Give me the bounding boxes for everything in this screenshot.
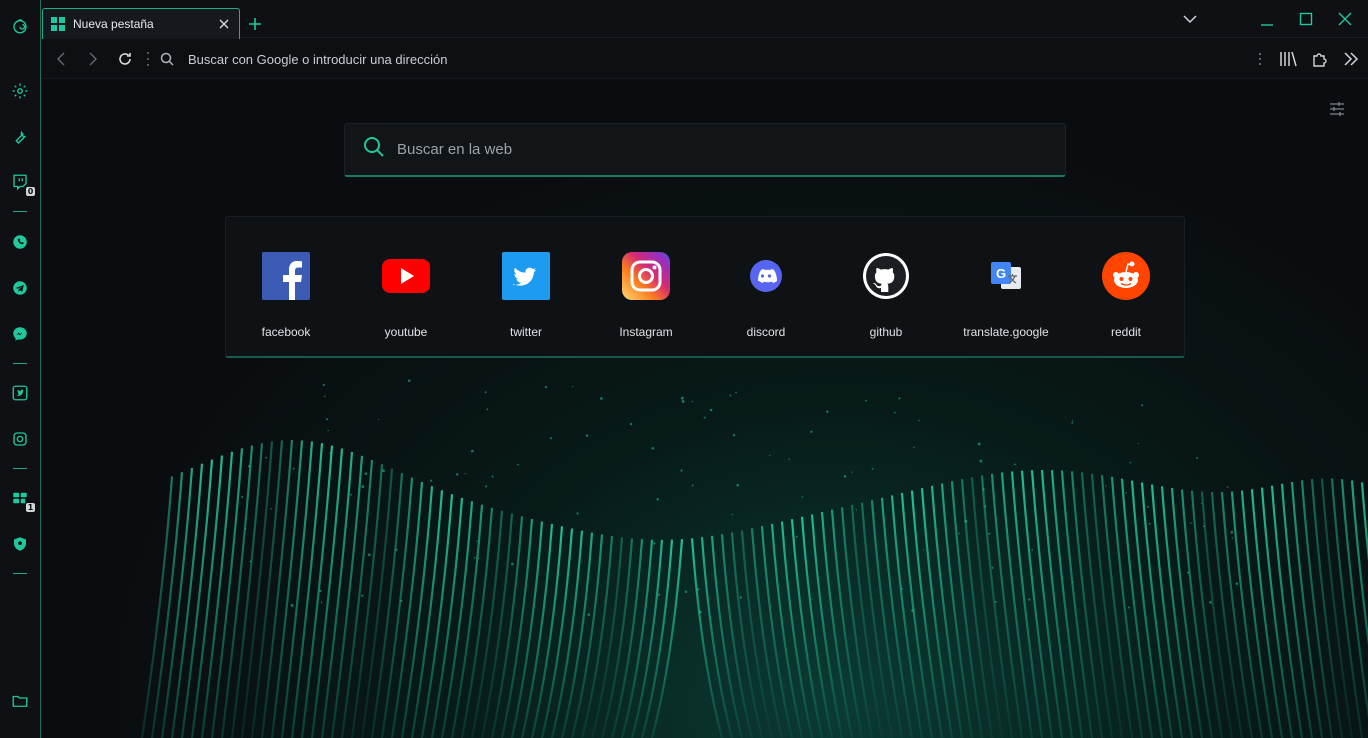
telegram-icon[interactable] [8,276,32,300]
sidebar: 0 1 [0,0,41,738]
vpn-shield-icon[interactable] [8,532,32,556]
tab-title: Nueva pestaña [73,17,154,31]
messenger-icon[interactable] [8,322,32,346]
toolbar-separator [1259,53,1261,65]
wrench-icon[interactable] [8,125,32,149]
shortcut-label: youtube [384,325,428,339]
sidebar-divider [13,211,27,212]
reload-icon[interactable] [115,49,135,69]
address-bar[interactable]: Buscar con Google o introducir una direc… [160,47,1240,71]
address-bar-placeholder: Buscar con Google o introducir una direc… [188,51,448,67]
tab-nueva-pestana[interactable]: Nueva pestaña [42,8,240,39]
twitter-logo-icon [502,252,550,300]
navigation-bar: Buscar con Google o introducir una direc… [42,39,1368,79]
maximize-icon[interactable] [1295,9,1317,29]
library-icon[interactable] [1278,49,1298,69]
url-bar-handle-icon [146,52,150,66]
wave-background-image [140,379,1368,738]
tab-close-icon[interactable] [217,17,231,31]
shortcut-label: translate.google [963,325,1049,339]
instagram-icon[interactable] [8,427,32,451]
youtube-logo-icon [382,252,430,300]
folder-icon[interactable] [8,689,32,713]
new-tab-plus-icon[interactable] [245,14,265,34]
tab-grid-icon [51,17,65,31]
shortcut-label: facebook [261,325,311,339]
extensions-puzzle-icon[interactable] [1310,49,1330,69]
shortcut-youtube[interactable]: youtube [346,217,466,357]
google-translate-logo-icon: G [982,252,1030,300]
back-arrow-icon[interactable] [51,49,71,69]
sidebar-divider [13,363,27,364]
facebook-logo-icon [262,252,310,300]
address-search-icon [160,52,174,66]
shortcut-label: twitter [509,325,542,339]
workspaces-icon[interactable]: 1 [8,486,35,512]
reddit-logo-icon [1102,252,1150,300]
settings-gear-icon[interactable] [8,79,32,103]
sidebar-divider [13,468,27,469]
forward-arrow-icon[interactable] [83,49,103,69]
shortcut-label: github [869,325,903,339]
twitch-badge: 0 [26,187,35,196]
tab-bar: Nueva pestaña [42,0,1368,39]
whatsapp-icon[interactable] [8,230,32,254]
close-window-icon[interactable] [1334,9,1356,29]
shortcut-instagram[interactable]: Instagram [586,217,706,357]
minimize-icon[interactable] [1256,9,1278,29]
discord-logo-icon [742,252,790,300]
instagram-logo-icon [622,252,670,300]
github-logo-icon [862,252,910,300]
shortcut-label: Instagram [619,325,673,339]
top-sites-panel: facebook youtube twitter Instagram disco… [225,216,1185,358]
tab-list-chevron-down-icon[interactable] [1179,9,1201,29]
shortcut-translate-google[interactable]: G translate.google [946,217,1066,357]
shortcut-twitter[interactable]: twitter [466,217,586,357]
search-placeholder: Buscar en la web [397,141,513,158]
browser-logo-icon[interactable] [8,14,32,38]
shortcut-discord[interactable]: discord [706,217,826,357]
shortcut-reddit[interactable]: reddit [1066,217,1186,357]
twitter-icon[interactable] [8,381,32,405]
new-tab-page: Buscar en la web facebook youtube twitte… [42,80,1368,738]
shortcut-label: discord [746,325,786,339]
web-search-input[interactable]: Buscar en la web [344,123,1066,177]
shortcut-label: reddit [1110,325,1142,339]
svg-text:G: G [996,266,1006,281]
customize-sliders-icon[interactable] [1328,100,1346,118]
search-icon [363,136,385,163]
workspaces-badge: 1 [26,503,35,512]
overflow-chevrons-icon[interactable] [1341,49,1361,69]
shortcut-github[interactable]: github [826,217,946,357]
shortcut-facebook[interactable]: facebook [226,217,346,357]
sidebar-divider [13,573,27,574]
twitch-icon[interactable]: 0 [8,170,35,196]
